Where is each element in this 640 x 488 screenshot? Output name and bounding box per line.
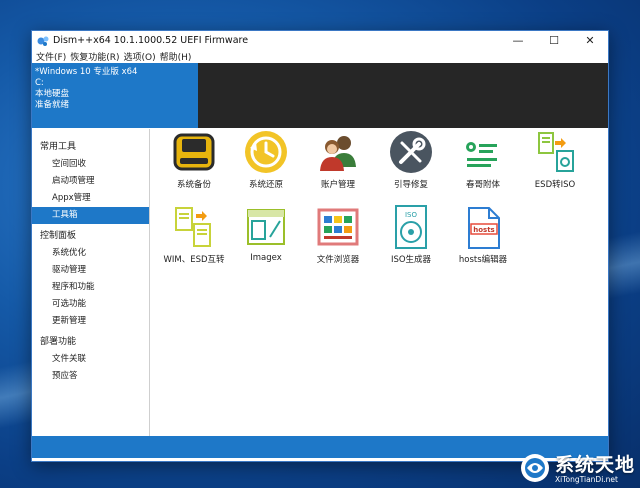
session-tab-strip [198, 63, 608, 128]
os-name: *Windows 10 专业版 x64 [35, 67, 138, 77]
menu-restore[interactable]: 恢复功能(R) [68, 50, 121, 63]
svg-text:hosts: hosts [473, 226, 494, 234]
menu-help[interactable]: 帮助(H) [158, 50, 194, 63]
sidebar-item-drivers[interactable]: 驱动管理 [32, 262, 149, 279]
app-icon [35, 33, 51, 49]
menu-options[interactable]: 选项(O) [121, 50, 157, 63]
watermark-title: 系统天地 [555, 454, 636, 476]
menu-file[interactable]: 文件(F) [34, 50, 68, 63]
tool-label: 系统备份 [176, 180, 211, 190]
drive-letter: C: [35, 78, 44, 88]
session-status: 准备就绪 [35, 100, 70, 110]
tool-label: 引导修复 [393, 180, 428, 190]
drive-type: 本地硬盘 [35, 89, 70, 99]
tool-label: 文件浏览器 [316, 255, 360, 265]
tool-label: 账户管理 [320, 180, 355, 190]
maximize-button[interactable]: ☐ [536, 31, 572, 50]
esd-iso-convert-icon [538, 132, 574, 172]
sidebar-item-updates[interactable]: 更新管理 [32, 313, 149, 330]
tool-label: ISO生成器 [390, 255, 432, 265]
sidebar-item-file-assoc[interactable]: 文件关联 [32, 351, 149, 368]
tool-label: Imagex [250, 253, 282, 263]
site-watermark: 系统天地 XiTongTianDi.net [515, 448, 640, 488]
close-button[interactable]: ✕ [572, 31, 608, 50]
tool-chunge-fuTi[interactable]: 春哥附体 [447, 129, 519, 190]
sidebar-item-toolbox[interactable]: 工具箱 [32, 207, 149, 224]
imagex-icon [247, 209, 285, 245]
users-icon [320, 136, 356, 171]
tool-system-restore[interactable]: 系统还原 [230, 129, 302, 190]
watermark-logo-icon [521, 454, 549, 482]
sidebar-header-common-tools: 常用工具 [40, 142, 77, 152]
iso-disc-icon: ISO [395, 205, 427, 249]
sidebar-item-programs[interactable]: 程序和功能 [32, 279, 149, 296]
tool-esd-to-iso[interactable]: ESD转ISO [519, 129, 591, 190]
sidebar: 常用工具 空间回收 启动项管理 Appx管理 工具箱 控制面板 系统优化 驱动管… [32, 129, 150, 436]
tool-iso-generator[interactable]: ISO ISO生成器 [375, 204, 447, 265]
sidebar-header-control-panel: 控制面板 [40, 231, 77, 241]
tool-file-browser[interactable]: 文件浏览器 [302, 204, 374, 265]
restore-clock-icon [245, 131, 287, 173]
tool-system-backup[interactable]: 系统备份 [158, 129, 230, 190]
title-bar: Dism++x64 10.1.1000.52 UEFI Firmware — ☐… [32, 31, 608, 50]
hosts-file-icon: hosts [468, 207, 500, 249]
svg-text:ISO: ISO [405, 211, 418, 219]
wim-esd-convert-icon [175, 207, 211, 247]
tool-boot-repair[interactable]: 引导修复 [375, 129, 447, 190]
tool-label: 系统还原 [248, 180, 283, 190]
tool-wim-esd-convert[interactable]: WIM、ESD互转 [158, 204, 230, 265]
sidebar-header-deployment: 部署功能 [40, 337, 77, 347]
file-browser-icon [317, 208, 359, 246]
tools-wrench-icon [390, 131, 432, 173]
sidebar-item-startup[interactable]: 启动项管理 [32, 173, 149, 190]
toolbox-panel: 系统备份 系统还原 账户管理 引导修复 春哥附体 ESD转ISO WIM、ESD… [150, 129, 608, 436]
sidebar-item-answer-file[interactable]: 预应答 [32, 368, 149, 385]
sidebar-item-optimize[interactable]: 系统优化 [32, 245, 149, 262]
tool-label: 春哥附体 [465, 180, 500, 190]
session-info-bar: *Windows 10 专业版 x64 C: 本地硬盘 准备就绪 [32, 63, 608, 128]
tool-label: hosts编辑器 [458, 255, 508, 265]
sidebar-item-space-cleanup[interactable]: 空间回收 [32, 156, 149, 173]
tool-imagex[interactable]: Imagex [230, 204, 302, 263]
tool-account-management[interactable]: 账户管理 [302, 129, 374, 190]
backup-drive-icon [173, 133, 215, 171]
menu-bar: 文件(F) 恢复功能(R) 选项(O) 帮助(H) [32, 50, 608, 63]
sidebar-item-optional-features[interactable]: 可选功能 [32, 296, 149, 313]
window-title: Dism++x64 10.1.1000.52 UEFI Firmware [53, 35, 249, 46]
app-window: Dism++x64 10.1.1000.52 UEFI Firmware — ☐… [31, 30, 609, 462]
session-info[interactable]: *Windows 10 专业版 x64 C: 本地硬盘 准备就绪 [32, 63, 198, 128]
tool-label: WIM、ESD互转 [163, 255, 225, 265]
settings-list-icon [466, 142, 497, 167]
watermark-subtitle: XiTongTianDi.net [555, 475, 618, 484]
sidebar-item-appx[interactable]: Appx管理 [32, 190, 149, 207]
tool-label: ESD转ISO [534, 180, 576, 190]
minimize-button[interactable]: — [500, 31, 536, 50]
tool-hosts-editor[interactable]: hosts hosts编辑器 [447, 204, 519, 265]
